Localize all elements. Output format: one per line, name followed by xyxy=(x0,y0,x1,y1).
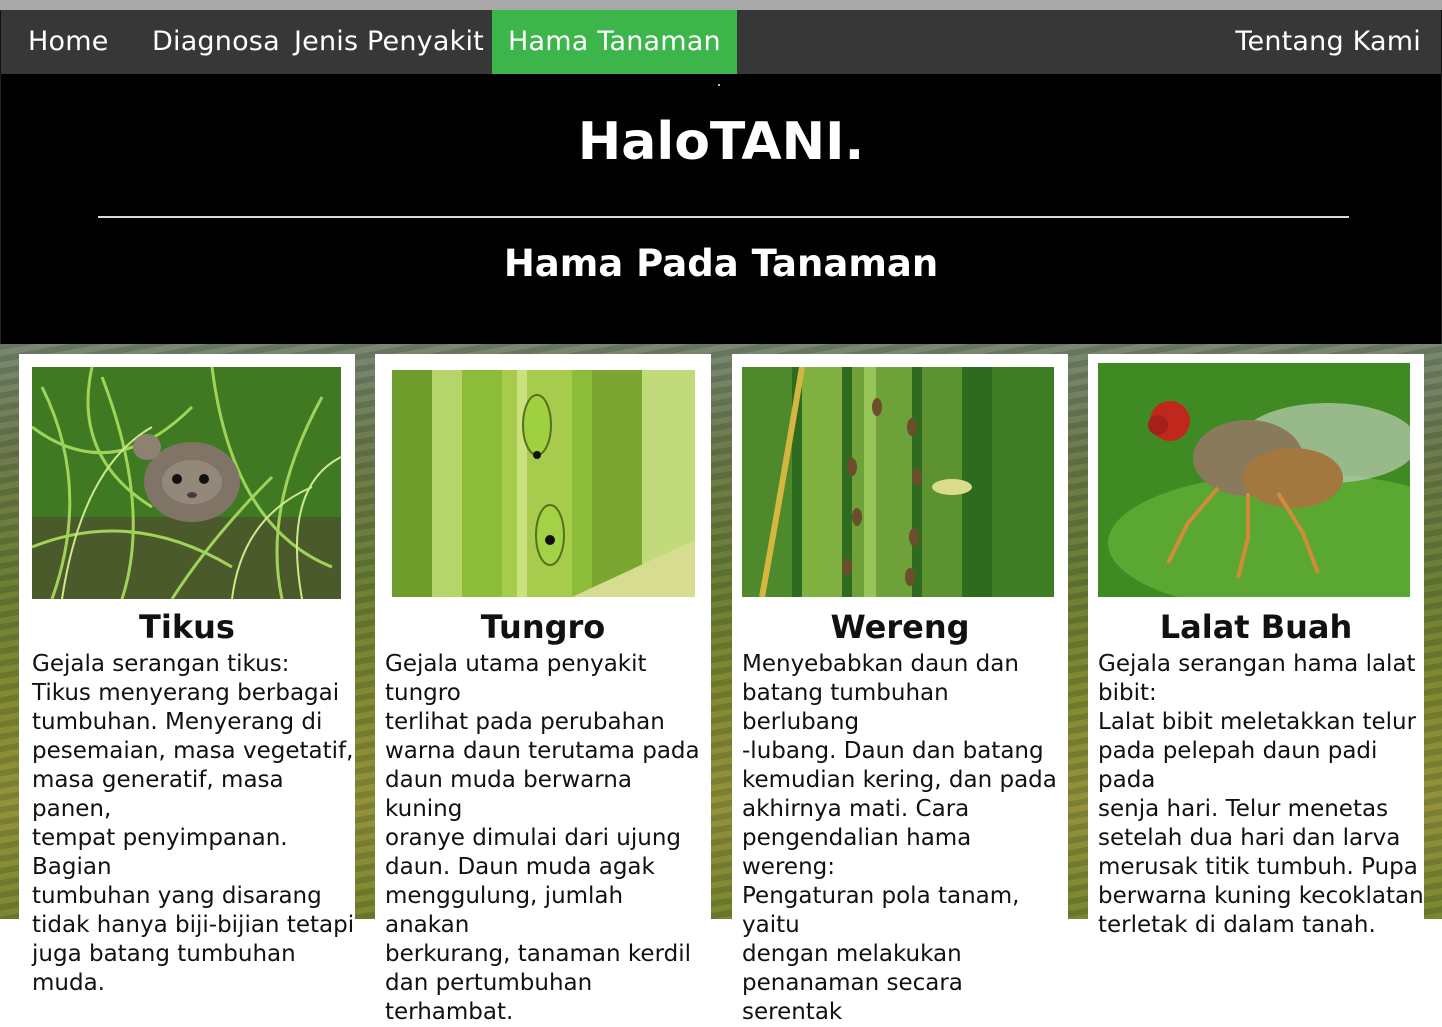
site-title: HaloTANI. xyxy=(577,112,865,172)
hero-divider xyxy=(98,216,1349,218)
pest-card-wereng[interactable]: Wereng Menyebabkan daun dan batang tumbu… xyxy=(732,354,1068,1025)
card-title: Tikus xyxy=(139,608,235,646)
nav-hama-tanaman[interactable]: Hama Tanaman xyxy=(492,10,737,74)
card-description: Gejala serangan tikus: Tikus menyerang b… xyxy=(32,651,355,996)
mouse-in-grass-photo xyxy=(32,367,341,599)
window-top-strip xyxy=(0,0,1442,10)
nav-home[interactable]: Home xyxy=(28,10,109,74)
nav-diagnosa[interactable]: Diagnosa xyxy=(152,10,280,74)
pest-card-lalat-buah[interactable]: Lalat Buah Gejala serangan hama lalat bi… xyxy=(1088,354,1424,938)
pest-card-tungro[interactable]: Tungro Gejala utama penyakit tungro terl… xyxy=(375,354,711,1025)
card-description: Gejala utama penyakit tungro terlihat pa… xyxy=(385,651,700,1025)
page-subtitle: Hama Pada Tanaman xyxy=(503,242,939,285)
leafhopper-on-stem-photo xyxy=(392,370,695,597)
card-title: Tungro xyxy=(480,608,606,646)
pest-card-tikus[interactable]: Tikus Gejala serangan tikus: Tikus menye… xyxy=(19,354,355,996)
planthopper-on-stem-photo xyxy=(742,367,1054,597)
fly-on-leaf-photo xyxy=(1098,363,1410,597)
card-title: Wereng xyxy=(830,608,970,646)
hero-banner: HaloTANI. Hama Pada Tanaman xyxy=(0,74,1442,344)
card-title: Lalat Buah xyxy=(1159,608,1353,646)
card-description: Gejala serangan hama lalat bibit: Lalat … xyxy=(1098,651,1424,938)
hero-dot xyxy=(718,84,720,86)
card-description: Menyebabkan daun dan batang tumbuhan ber… xyxy=(742,651,1057,1025)
navbar: Home Diagnosa Jenis Penyakit Hama Tanama… xyxy=(0,10,1442,74)
nav-tentang-kami[interactable]: Tentang Kami xyxy=(1235,10,1421,74)
nav-jenis-penyakit[interactable]: Jenis Penyakit xyxy=(294,10,484,74)
